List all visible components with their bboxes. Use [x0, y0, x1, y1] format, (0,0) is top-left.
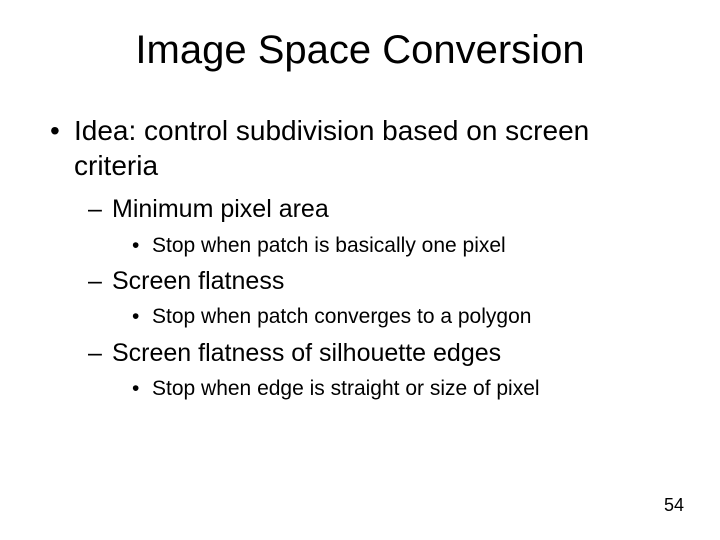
slide: Image Space Conversion Idea: control sub… — [0, 0, 720, 540]
bullet-level2: Screen flatness — [40, 265, 680, 298]
bullet-level3: Stop when patch converges to a polygon — [40, 303, 680, 330]
page-number: 54 — [664, 495, 684, 516]
bullet-level2: Screen flatness of silhouette edges — [40, 337, 680, 370]
bullet-level2: Minimum pixel area — [40, 193, 680, 226]
slide-title: Image Space Conversion — [40, 28, 680, 73]
bullet-level3: Stop when edge is straight or size of pi… — [40, 375, 680, 402]
bullet-level1: Idea: control subdivision based on scree… — [40, 113, 680, 183]
bullet-level3: Stop when patch is basically one pixel — [40, 232, 680, 259]
